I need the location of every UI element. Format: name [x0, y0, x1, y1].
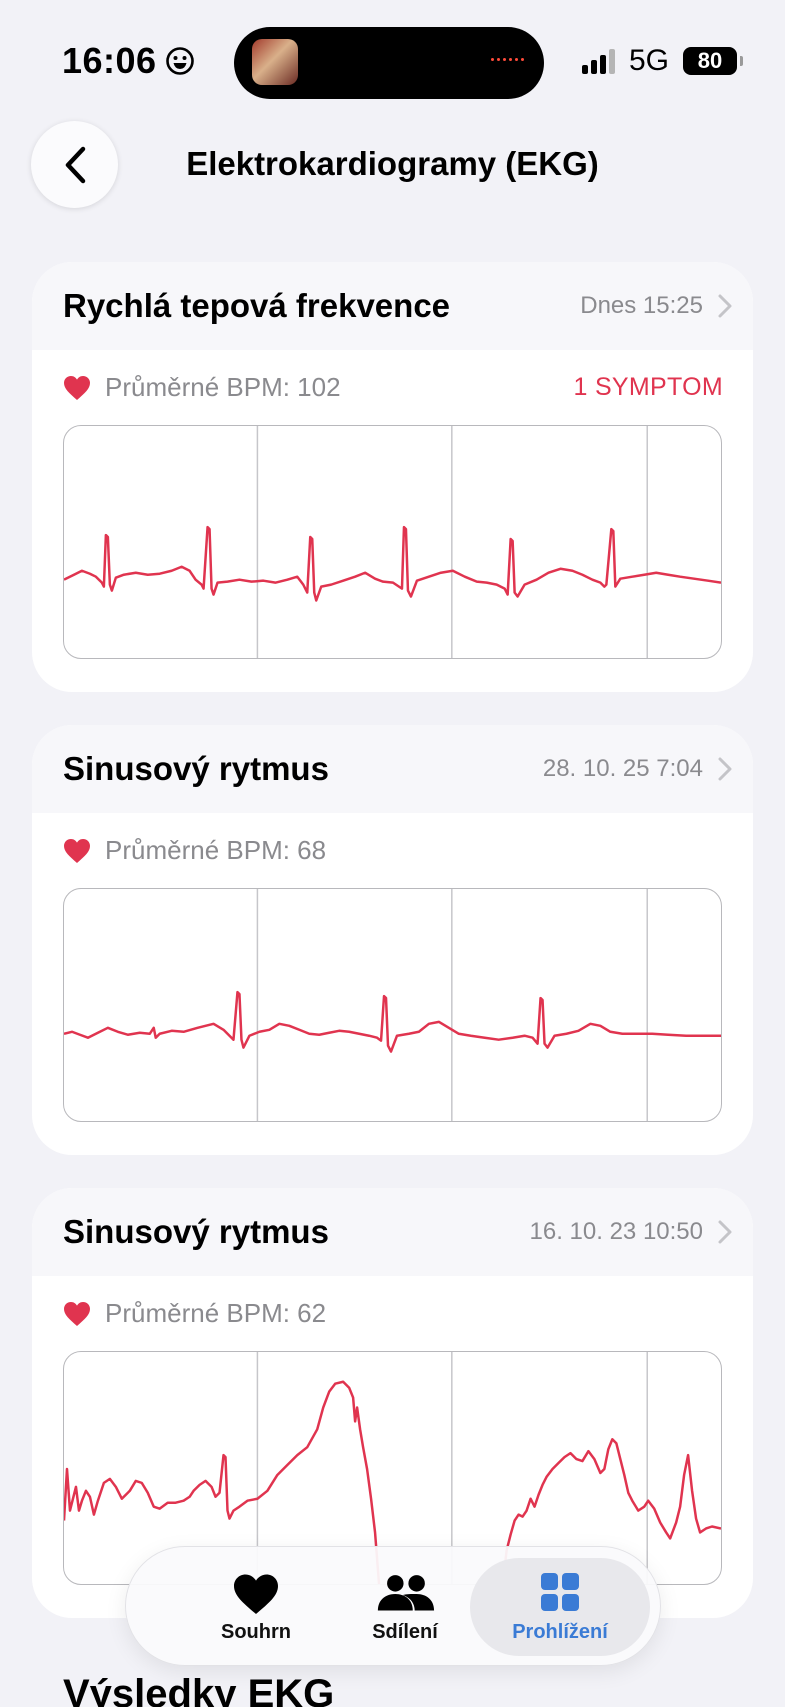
heart-icon — [64, 375, 90, 400]
ekg-waveform — [63, 425, 722, 659]
grid-icon — [541, 1572, 579, 1611]
heart-icon — [64, 1301, 90, 1326]
card-date: 28. 10. 25 7:04 — [542, 755, 703, 782]
tab-sdileni[interactable]: Sdílení — [320, 1547, 490, 1667]
card-date: Dnes 15:25 — [580, 292, 703, 319]
card-title: Sinusový rytmus — [63, 1213, 329, 1250]
network-type: 5G — [628, 44, 669, 77]
symptom-badge[interactable]: 1 SYMPTOM — [574, 373, 724, 402]
page-title: Elektrokardiogramy (EKG) — [186, 145, 599, 182]
tab-prohlizeni[interactable]: Prohlížení — [475, 1547, 645, 1667]
ekg-waveform — [63, 888, 722, 1122]
ekg-card-2[interactable]: Sinusový rytmus 28. 10. 25 7:04 Průměrné… — [32, 725, 753, 1155]
section-title: Výsledky EKG — [63, 1672, 335, 1707]
tab-label: Sdílení — [372, 1620, 438, 1643]
tab-label: Prohlížení — [512, 1620, 608, 1643]
heart-icon — [234, 1574, 278, 1614]
card-meta: Průměrné BPM: 62 — [32, 1276, 753, 1351]
card-header[interactable]: Sinusový rytmus 16. 10. 23 10:50 — [32, 1188, 753, 1276]
chevron-right-icon — [718, 757, 732, 781]
status-time: 16:06 — [62, 40, 195, 82]
status-indicators: 5G 80 — [581, 44, 743, 78]
tab-bar: Souhrn Sdílení Prohlížení — [125, 1546, 661, 1666]
ekg-card-1[interactable]: Rychlá tepová frekvence Dnes 15:25 Průmě… — [32, 262, 753, 692]
status-time-text: 16:06 — [62, 40, 157, 81]
chevron-right-icon — [718, 294, 732, 318]
average-bpm: Průměrné BPM: 68 — [105, 835, 327, 865]
card-header[interactable]: Sinusový rytmus 28. 10. 25 7:04 — [32, 725, 753, 813]
smiley-icon — [165, 47, 194, 75]
card-title: Sinusový rytmus — [63, 750, 329, 787]
heart-icon — [64, 838, 90, 863]
dynamic-island[interactable] — [234, 27, 544, 99]
chevron-right-icon — [718, 1220, 732, 1244]
cellular-signal-icon — [581, 48, 615, 74]
tab-label: Souhrn — [221, 1620, 291, 1643]
people-icon — [377, 1574, 435, 1610]
average-bpm: Průměrné BPM: 62 — [105, 1298, 327, 1328]
tab-souhrn[interactable]: Souhrn — [171, 1547, 341, 1667]
average-bpm: Průměrné BPM: 102 — [105, 372, 341, 402]
card-date: 16. 10. 23 10:50 — [529, 1218, 703, 1245]
battery-icon: 80 — [683, 47, 743, 75]
card-meta: Průměrné BPM: 102 1 SYMPTOM — [32, 350, 753, 425]
battery-level: 80 — [697, 48, 723, 73]
card-title: Rychlá tepová frekvence — [63, 287, 451, 324]
audio-activity-icon — [491, 58, 524, 61]
card-header[interactable]: Rychlá tepová frekvence Dnes 15:25 — [32, 262, 753, 350]
card-meta: Průměrné BPM: 68 — [32, 813, 753, 888]
now-playing-artwork[interactable] — [252, 39, 298, 85]
screen: 16:06 5G 80 Elektrokardiogramy (EKG) Ryc… — [0, 0, 785, 1707]
